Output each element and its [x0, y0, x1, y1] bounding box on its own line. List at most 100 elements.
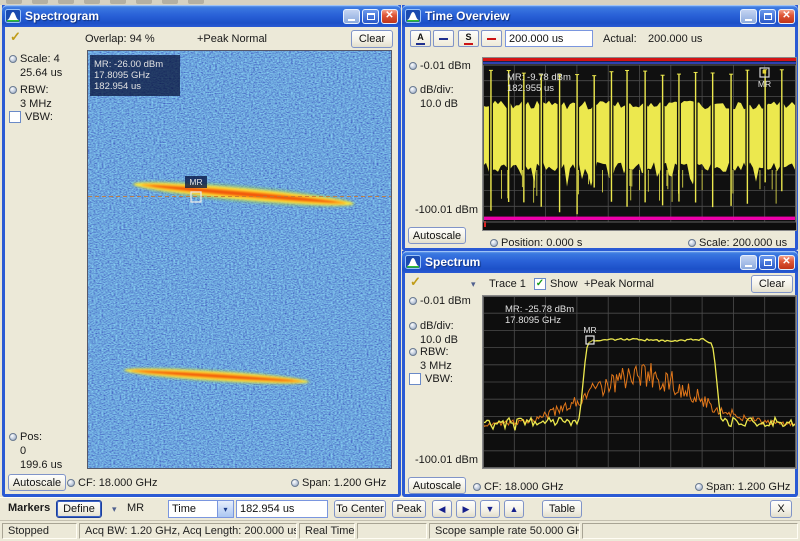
- actual-label: Actual:: [603, 33, 637, 45]
- clipped-toolbar-button: [162, 0, 178, 4]
- maximize-button[interactable]: [759, 9, 776, 24]
- minimize-button[interactable]: [343, 9, 360, 24]
- scale-bullet-icon[interactable]: [688, 239, 696, 247]
- peak-right-button[interactable]: ▶: [456, 500, 476, 518]
- peak-left-button[interactable]: ◀: [432, 500, 452, 518]
- cf-label[interactable]: CF: 18.000 GHz: [484, 481, 563, 493]
- maximize-button[interactable]: [362, 9, 379, 24]
- spectrum-dash-icon: [464, 43, 473, 45]
- spectrogram-canvas: MR MR: -26.00 dBm 17.8095 GHz 182.954 us: [88, 51, 391, 468]
- marker-readout-amplitude: MR: -26.00 dBm: [94, 59, 163, 70]
- trace-label[interactable]: Trace 1: [489, 278, 526, 290]
- close-button[interactable]: ✕: [778, 9, 795, 24]
- top-ref-bullet-icon[interactable]: [409, 62, 417, 70]
- chevron-down-icon[interactable]: ▾: [112, 504, 117, 515]
- time-overview-canvas: MR MR: -9.78 dBm 182.955 us: [483, 58, 796, 230]
- analysis-length-button[interactable]: [433, 30, 454, 47]
- spectrum-time-auto-button[interactable]: S: [458, 30, 479, 47]
- spectrogram-plot[interactable]: MR MR: -26.00 dBm 17.8095 GHz 182.954 us: [87, 50, 392, 469]
- peak-button[interactable]: Peak: [392, 500, 426, 518]
- autoscale-button[interactable]: Autoscale: [8, 474, 66, 491]
- peak-higher-button[interactable]: ▲: [504, 500, 524, 518]
- define-markers-button[interactable]: Define: [56, 500, 102, 518]
- autoscale-button[interactable]: Autoscale: [408, 227, 466, 244]
- spectrum-titlebar[interactable]: Spectrum ✕: [402, 251, 798, 273]
- close-icon: ✕: [782, 11, 790, 21]
- dbdiv-value[interactable]: 10.0 dB: [420, 98, 458, 110]
- selected-marker-label[interactable]: MR: [127, 502, 144, 514]
- clear-button[interactable]: Clear: [351, 30, 393, 48]
- span-label[interactable]: Span: 1.200 GHz: [706, 481, 790, 493]
- vbw-checkbox[interactable]: [9, 111, 21, 123]
- spectrum-time-bar[interactable]: [483, 58, 796, 61]
- marker-table-button[interactable]: Table: [542, 500, 582, 518]
- top-ref-bullet-icon[interactable]: [409, 297, 417, 305]
- cf-bullet-icon[interactable]: [473, 483, 481, 491]
- arrow-up-icon: ▲: [510, 504, 519, 514]
- position-bullet-icon[interactable]: [490, 239, 498, 247]
- close-markers-bar-button[interactable]: X: [770, 500, 792, 518]
- rbw-bullet-icon[interactable]: [409, 348, 417, 356]
- cf-label[interactable]: CF: 18.000 GHz: [78, 477, 157, 489]
- autoscale-button[interactable]: Autoscale: [408, 477, 466, 494]
- clipped-toolbar-button: [32, 0, 48, 4]
- spectrum-plot[interactable]: MR MR: -25.78 dBm 17.8095 GHz: [482, 295, 797, 469]
- pos-bullet-icon[interactable]: [9, 433, 17, 441]
- dbdiv-bullet-icon[interactable]: [409, 322, 417, 330]
- dbdiv-bullet-icon[interactable]: [409, 86, 417, 94]
- combo-arrow-icon[interactable]: ▾: [217, 501, 233, 517]
- show-checkbox[interactable]: ✓: [534, 278, 546, 290]
- close-button[interactable]: ✕: [381, 9, 398, 24]
- to-center-button[interactable]: To Center: [334, 500, 386, 518]
- spectrogram-titlebar[interactable]: Spectrogram ✕: [2, 5, 401, 27]
- analysis-time-bar[interactable]: [483, 62, 796, 64]
- scale-value[interactable]: 25.64 us: [20, 67, 62, 79]
- scale-bullet-icon[interactable]: [9, 55, 17, 63]
- clipped-toolbar-button: [6, 0, 22, 4]
- analysis-length-input[interactable]: [505, 30, 593, 47]
- dbdiv-value[interactable]: 10.0 dB: [420, 334, 458, 346]
- pos-value-1[interactable]: 0: [20, 445, 26, 457]
- marker-type-select[interactable]: Time ▾: [168, 500, 234, 518]
- check-icon[interactable]: ✓: [10, 29, 21, 45]
- mr-marker[interactable]: [586, 336, 594, 344]
- top-reference-level[interactable]: -0.01 dBm: [420, 60, 471, 72]
- span-bullet-icon[interactable]: [695, 483, 703, 491]
- top-reference-level[interactable]: -0.01 dBm: [420, 295, 471, 307]
- spectrum-window: Spectrum ✕ ✓ ▾ Trace 1 ✓ Show +Peak Norm…: [402, 251, 798, 497]
- rbw-value[interactable]: 3 MHz: [420, 360, 452, 372]
- scale-label[interactable]: Scale: 4: [20, 53, 60, 65]
- time-overview-plot[interactable]: MR MR: -9.78 dBm 182.955 us: [482, 57, 797, 231]
- minimize-button[interactable]: [740, 255, 757, 270]
- analysis-auto-button[interactable]: A: [410, 30, 431, 47]
- rbw-value[interactable]: 3 MHz: [20, 98, 52, 110]
- span-bullet-icon[interactable]: [291, 479, 299, 487]
- actual-value: 200.000 us: [648, 33, 702, 45]
- position-label[interactable]: Position: 0.000 s: [501, 237, 582, 249]
- clear-button[interactable]: Clear: [751, 275, 793, 293]
- status-sample-rate: Scope sample rate 50.000 GHz: [429, 523, 580, 539]
- time-overview-window: Time Overview ✕ A S Actual: 200.000 us -…: [402, 5, 798, 251]
- time-overview-titlebar[interactable]: Time Overview ✕: [402, 5, 798, 27]
- close-button[interactable]: ✕: [778, 255, 795, 270]
- spectrogram-title: Spectrogram: [25, 9, 341, 23]
- span-label[interactable]: Span: 1.200 GHz: [302, 477, 386, 489]
- vbw-checkbox[interactable]: [409, 373, 421, 385]
- rbw-bullet-icon[interactable]: [9, 86, 17, 94]
- minimize-button[interactable]: [740, 9, 757, 24]
- trigger-position-line[interactable]: [483, 217, 796, 220]
- clipped-toolbar-button: [136, 0, 152, 4]
- cf-bullet-icon[interactable]: [67, 479, 75, 487]
- scale-label[interactable]: Scale: 200.000 us: [699, 237, 787, 249]
- arrow-right-icon: ▶: [463, 504, 470, 515]
- maximize-button[interactable]: [759, 255, 776, 270]
- spectrum-length-button[interactable]: [481, 30, 502, 47]
- check-icon[interactable]: ✓: [410, 274, 421, 290]
- marker-value-input[interactable]: [236, 500, 328, 518]
- peak-lower-button[interactable]: ▼: [480, 500, 500, 518]
- status-empty-1: [357, 523, 427, 539]
- pos-value-2[interactable]: 199.6 us: [20, 459, 62, 471]
- status-run-state: Stopped: [2, 523, 77, 539]
- chevron-down-icon[interactable]: ▾: [471, 279, 476, 290]
- clipped-toolbar-button: [58, 0, 74, 4]
